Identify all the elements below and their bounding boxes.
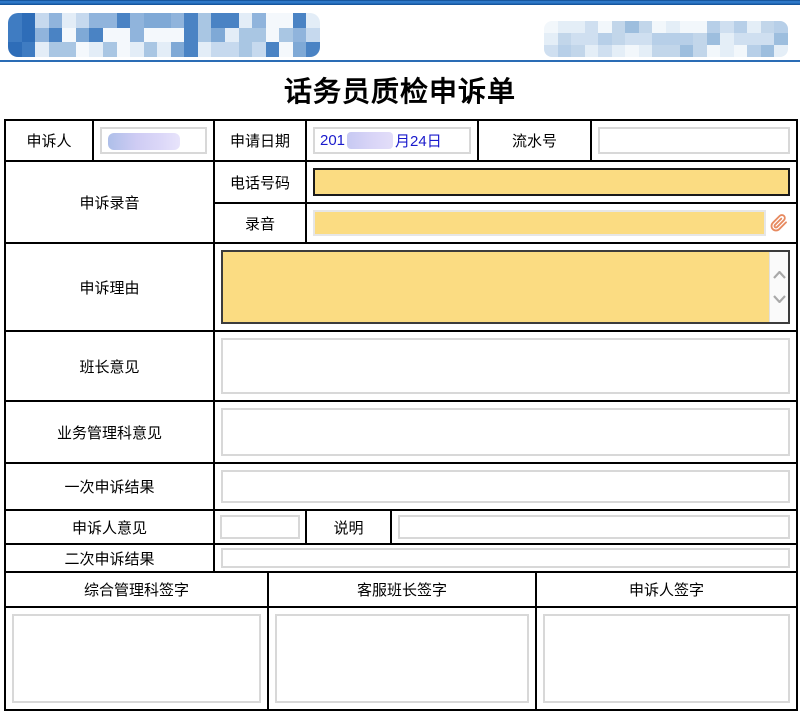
second-appeal-result-input[interactable]	[221, 548, 790, 568]
phone-number-input[interactable]	[313, 168, 790, 196]
recording-label: 录音	[213, 202, 307, 244]
appellant-signature-box[interactable]	[543, 614, 790, 703]
appellant-opinion-label: 申诉人意见	[4, 509, 215, 545]
appellant-signature-label: 申诉人签字	[535, 571, 798, 608]
appeal-reason-content[interactable]	[223, 252, 769, 322]
apply-date-input[interactable]: 201 月24日	[313, 127, 471, 154]
date-prefix: 201	[320, 132, 346, 149]
scrollbar[interactable]	[769, 252, 788, 322]
general-mgmt-signature-label: 综合管理科签字	[4, 571, 269, 608]
chevron-up-icon[interactable]	[772, 271, 786, 279]
explanation-input[interactable]	[398, 515, 790, 539]
applicant-input[interactable]	[100, 127, 207, 154]
business-mgmt-opinion-label: 业务管理科意见	[4, 400, 215, 464]
second-appeal-result-label: 二次申诉结果	[4, 543, 215, 573]
serial-no-input[interactable]	[598, 127, 790, 154]
phone-number-label: 电话号码	[213, 160, 307, 204]
blurred-applicant-name	[108, 133, 180, 150]
monitor-opinion-label: 班长意见	[4, 330, 215, 402]
appeal-reason-textarea[interactable]	[221, 250, 790, 324]
attachment-button[interactable]	[768, 211, 790, 235]
page-title: 话务员质检申诉单	[283, 76, 516, 107]
recording-input[interactable]	[313, 210, 766, 236]
appeal-reason-label: 申诉理由	[4, 242, 215, 332]
paperclip-icon	[770, 214, 787, 232]
chevron-down-icon[interactable]	[772, 295, 786, 303]
blurred-header-text	[544, 21, 788, 57]
general-mgmt-signature-box[interactable]	[12, 614, 261, 703]
signature-table: 综合管理科签字 客服班长签字 申诉人签字	[4, 571, 798, 711]
appellant-opinion-input[interactable]	[220, 515, 300, 539]
appeal-recording-label: 申诉录音	[4, 160, 215, 244]
service-monitor-signature-box[interactable]	[275, 614, 529, 703]
appeal-form-table: 申诉人 申请日期 201 月24日 流水号 申诉录音 电话号码 录音 申诉理由	[4, 119, 798, 573]
blurred-logo	[8, 13, 320, 57]
monitor-opinion-textarea[interactable]	[221, 338, 790, 394]
explanation-label: 说明	[305, 509, 392, 545]
service-monitor-signature-label: 客服班长签字	[267, 571, 537, 608]
serial-no-label: 流水号	[477, 119, 592, 162]
blurred-date-part	[347, 132, 394, 149]
first-appeal-result-input[interactable]	[221, 470, 790, 503]
date-suffix: 月24日	[395, 133, 442, 150]
apply-date-label: 申请日期	[213, 119, 307, 162]
business-mgmt-opinion-textarea[interactable]	[221, 408, 790, 456]
page-header	[0, 5, 800, 62]
first-appeal-result-label: 一次申诉结果	[4, 462, 215, 511]
applicant-label: 申诉人	[4, 119, 94, 162]
